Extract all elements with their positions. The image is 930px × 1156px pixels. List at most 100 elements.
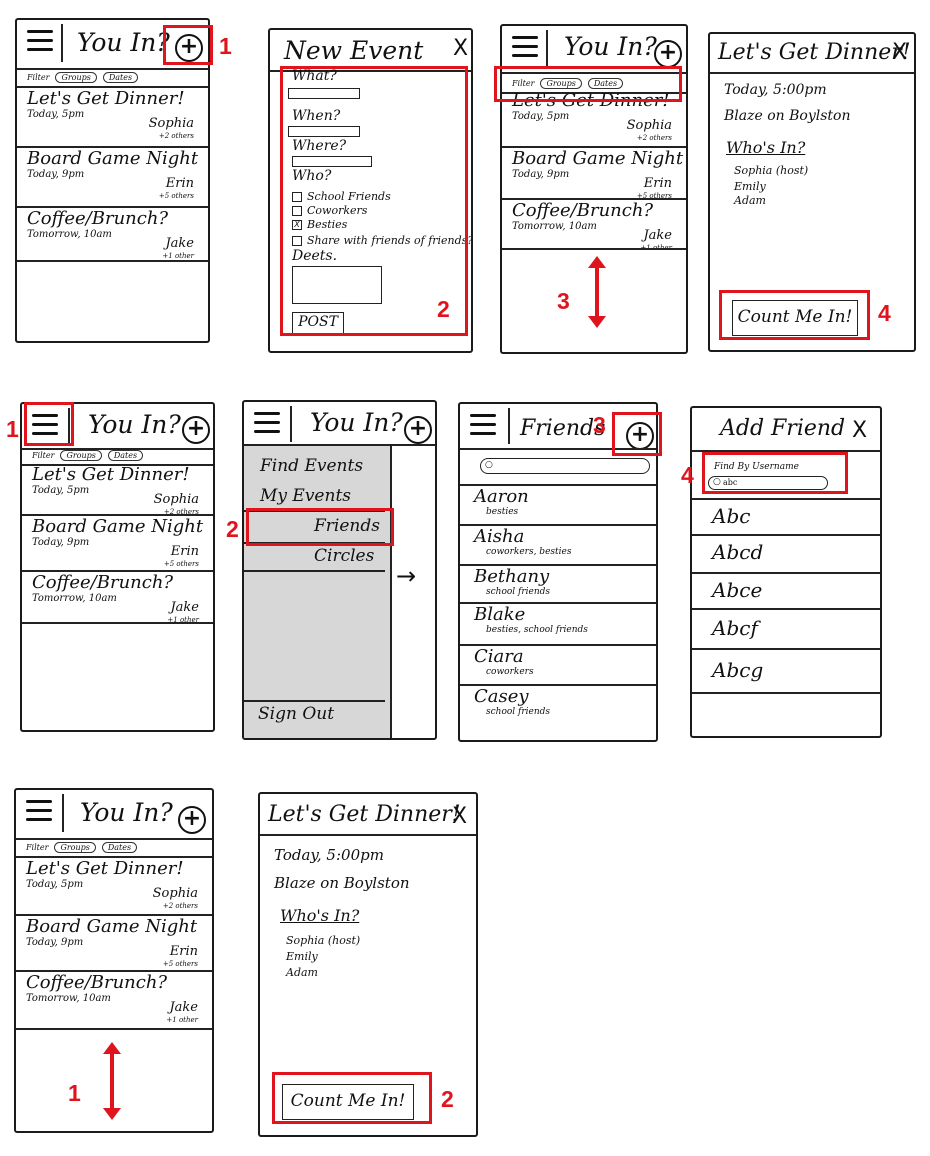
event-card[interactable]: Let's Get Dinner! Today, 5pm Sophia +2 othe… xyxy=(27,88,200,144)
menu-item-circles[interactable]: Circles xyxy=(314,546,374,566)
divider xyxy=(61,24,63,62)
hamburger-icon[interactable] xyxy=(254,412,280,439)
step-label: 3 xyxy=(557,288,570,314)
friend-tags: besties xyxy=(486,507,519,517)
friend-row[interactable]: Aisha coworkers, besties xyxy=(474,526,571,557)
result-row[interactable]: Abce xyxy=(712,578,762,602)
highlight-add-friend xyxy=(612,412,662,456)
highlight-count-me-in xyxy=(719,290,870,340)
result-row[interactable]: Abcf xyxy=(712,616,758,640)
add-event-icon[interactable]: + xyxy=(182,416,210,444)
event-others: +1 other xyxy=(166,1016,198,1024)
search-input[interactable] xyxy=(480,458,650,474)
add-event-icon[interactable]: + xyxy=(404,416,432,444)
dates-pill[interactable]: Dates xyxy=(107,450,144,461)
hamburger-icon[interactable] xyxy=(27,30,53,57)
hamburger-icon[interactable] xyxy=(470,414,496,441)
friend-row[interactable]: Bethany school friends xyxy=(474,566,550,597)
event-name: Board Game Night xyxy=(27,148,199,169)
event-host: Jake xyxy=(643,228,672,243)
friend-row[interactable]: Ciara coworkers xyxy=(474,646,534,677)
event-card[interactable]: Board Game Night Today, 9pm Erin +5 others xyxy=(32,516,205,570)
sign-out-button[interactable]: Sign Out xyxy=(258,704,334,724)
event-name: Board Game Night xyxy=(512,148,684,169)
dates-pill[interactable]: Dates xyxy=(101,842,138,853)
close-icon[interactable]: X xyxy=(852,418,867,443)
friend-name: Blake xyxy=(474,604,526,625)
close-icon[interactable]: X xyxy=(892,40,907,65)
add-event-icon[interactable]: + xyxy=(654,40,682,68)
event-card[interactable]: Coffee/Brunch?Tomorrow, 10amJake+1 other xyxy=(32,572,205,624)
event-host: Jake xyxy=(170,600,199,615)
menu-item-find-events[interactable]: Find Events xyxy=(260,456,363,476)
result-row[interactable]: Abcd xyxy=(712,540,763,564)
event-time: Today, 5:00pm xyxy=(724,82,827,98)
event-name: Coffee/Brunch? xyxy=(32,572,174,593)
hamburger-icon[interactable] xyxy=(512,36,538,63)
whos-in-heading: Who's In? xyxy=(726,138,806,157)
friend-row[interactable]: Casey school friends xyxy=(474,686,550,717)
close-icon[interactable]: X xyxy=(452,804,467,829)
scroll-arrow xyxy=(103,1042,121,1120)
highlight-search xyxy=(702,452,848,494)
filter-label: Filter xyxy=(32,451,55,460)
close-menu-arrow[interactable]: → xyxy=(396,562,416,590)
friend-tags: coworkers, besties xyxy=(486,547,572,557)
event-host: Sophia xyxy=(152,886,198,901)
highlight-add-button xyxy=(163,25,213,65)
hamburger-icon[interactable] xyxy=(26,800,52,827)
step-label: 1 xyxy=(219,33,232,59)
screen-feed-3: You In? + Filter Groups Dates Let's Get Di… xyxy=(20,402,215,732)
friend-name: Ciara xyxy=(474,646,524,667)
highlight-filter-bar xyxy=(494,66,682,102)
dates-pill[interactable]: Dates xyxy=(102,72,139,83)
result-row[interactable]: Abc xyxy=(712,504,750,528)
event-others: +2 others xyxy=(162,902,198,910)
event-host: Jake xyxy=(169,1000,198,1015)
friend-name: Aaron xyxy=(474,486,529,507)
attendee: Emily xyxy=(286,950,318,963)
attendee: Adam xyxy=(286,966,318,979)
event-card[interactable]: Let's Get Dinner! Today, 5pm Sophia +2 othe… xyxy=(26,858,204,912)
friend-row[interactable]: Blake besties, school friends xyxy=(474,604,588,635)
whos-in-heading: Who's In? xyxy=(280,906,360,925)
filter-bar[interactable]: Filter Groups Dates xyxy=(32,450,144,461)
scroll-arrow xyxy=(588,256,606,328)
event-host: Sophia xyxy=(153,492,199,507)
app-title: You In? xyxy=(77,28,170,57)
friend-name: Casey xyxy=(474,686,529,707)
close-icon[interactable]: X xyxy=(453,36,468,61)
friend-tags: coworkers xyxy=(486,667,534,677)
event-card[interactable]: Board Game Night Today, 9pm Erin +5 others xyxy=(512,148,684,204)
screen-feed-1: You In? + Filter Groups Dates Let's Get Di… xyxy=(15,18,210,343)
add-event-icon[interactable]: + xyxy=(178,806,206,834)
event-card[interactable]: Coffee/Brunch?Tomorrow, 10amJake+1 other xyxy=(27,208,200,260)
event-others: +5 others xyxy=(162,960,198,968)
friend-tags: school friends xyxy=(486,707,551,717)
app-title: You In? xyxy=(80,798,173,827)
event-card[interactable]: Let's Get Dinner! Today, 5pm Sophia +2 othe… xyxy=(32,464,205,516)
event-name: Coffee/Brunch? xyxy=(26,972,168,993)
friend-row[interactable]: Aaron besties xyxy=(474,486,529,517)
groups-pill[interactable]: Groups xyxy=(60,450,102,461)
event-title: Let's Get Dinner! xyxy=(268,802,461,827)
event-card[interactable]: Coffee/Brunch?Tomorrow, 10amJake+1 other xyxy=(512,200,678,252)
event-card[interactable]: Coffee/Brunch?Tomorrow, 10amJake+1 other xyxy=(26,972,204,1028)
result-row[interactable]: Abcg xyxy=(712,658,763,682)
screen-feed-4: You In? + Filter Groups Dates Let's Get Di… xyxy=(14,788,214,1133)
event-card[interactable]: Board Game Night Today, 9pm Erin +5 others xyxy=(26,916,204,972)
app-title: You In? xyxy=(88,410,181,439)
filter-bar[interactable]: Filter Groups Dates xyxy=(26,842,138,853)
event-card[interactable]: Board Game Night Today, 9pm Erin +5 others xyxy=(27,148,200,204)
screen-side-menu: You In? + Find Events My Events Friends … xyxy=(242,400,437,740)
event-host: Sophia xyxy=(626,118,672,133)
attendee: Sophia (host) xyxy=(286,934,361,947)
menu-item-my-events[interactable]: My Events xyxy=(260,486,351,506)
step-label: 4 xyxy=(878,300,891,326)
add-friend-title: Add Friend xyxy=(720,416,846,441)
groups-pill[interactable]: Groups xyxy=(55,72,97,83)
event-host: Jake xyxy=(165,236,194,251)
attendee: Sophia (host) xyxy=(734,164,809,177)
filter-bar[interactable]: Filter Groups Dates xyxy=(27,72,139,83)
groups-pill[interactable]: Groups xyxy=(54,842,96,853)
